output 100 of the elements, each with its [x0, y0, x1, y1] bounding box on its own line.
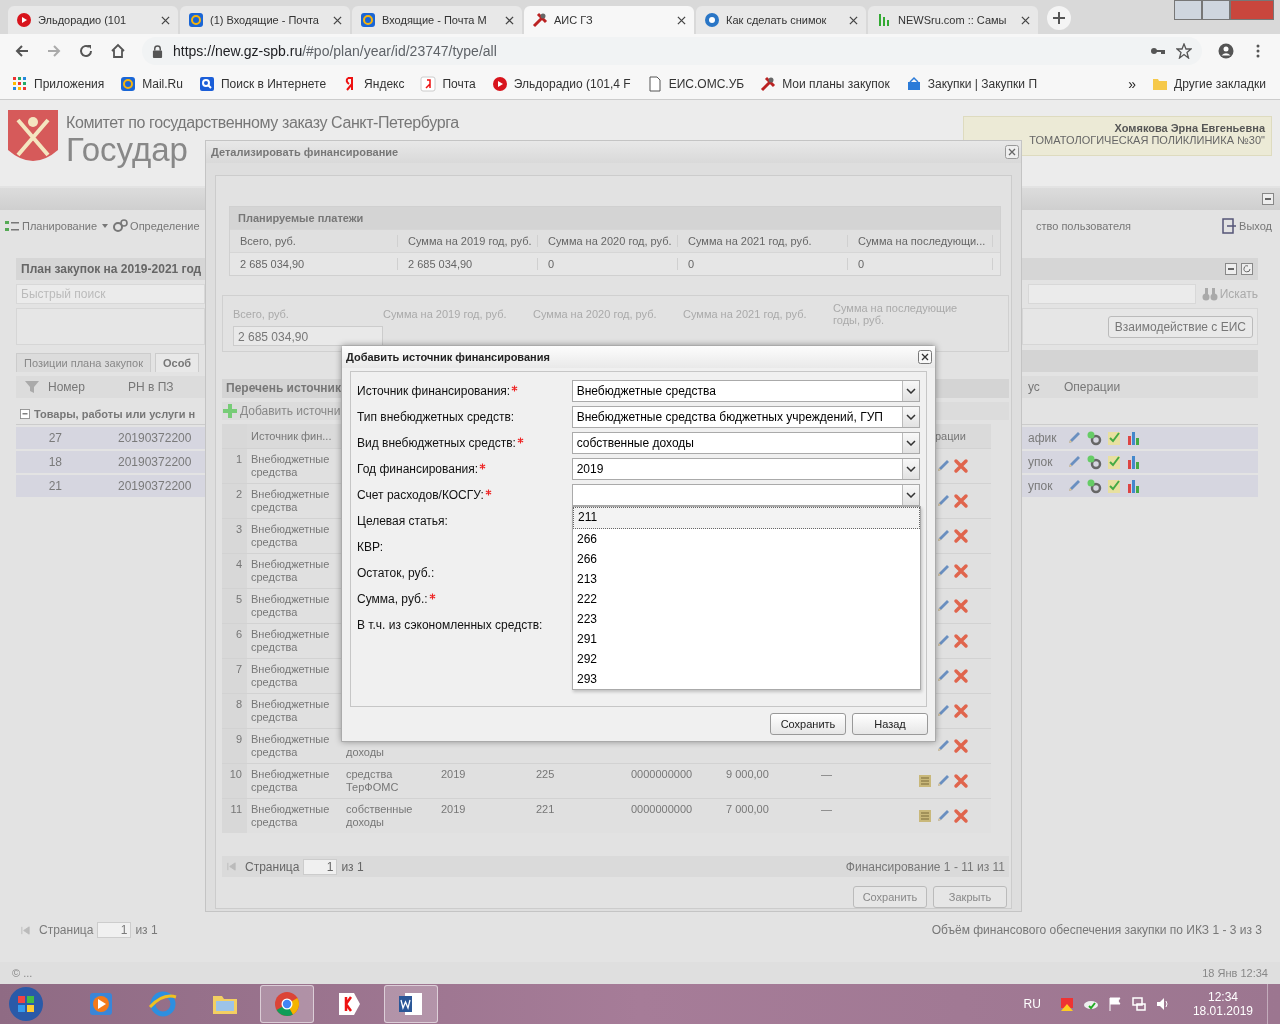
- field-label: Вид внебюджетных средств:: [357, 436, 572, 450]
- panel-tab[interactable]: Особ: [154, 353, 200, 372]
- gear-icon[interactable]: [1086, 478, 1102, 494]
- close-icon[interactable]: [1021, 15, 1030, 25]
- bookmark-link[interactable]: Приложения: [12, 75, 105, 92]
- pencil-icon[interactable]: [1066, 478, 1082, 494]
- bookmark-link[interactable]: Mail.Ru: [120, 75, 183, 92]
- scroll-icon[interactable]: [917, 808, 933, 825]
- delete-icon[interactable]: [953, 703, 969, 720]
- bookmark-link[interactable]: Яндекс: [342, 75, 405, 92]
- filter-icon[interactable]: [24, 379, 40, 395]
- delete-icon[interactable]: [953, 528, 969, 545]
- gear-icon[interactable]: [1086, 454, 1102, 470]
- checklist-icon[interactable]: [1106, 478, 1122, 494]
- collapse-icon[interactable]: [1225, 263, 1237, 275]
- home-icon[interactable]: [110, 43, 126, 59]
- dropdown-option[interactable]: 266: [573, 529, 920, 549]
- start-button[interactable]: [8, 986, 44, 1022]
- account-icon[interactable]: [1218, 43, 1234, 59]
- dropdown-option[interactable]: 223: [573, 609, 920, 629]
- scroll-icon[interactable]: [917, 773, 933, 790]
- menu-item[interactable]: ство пользователя: [1036, 220, 1132, 232]
- forward-arrow-icon[interactable]: [46, 43, 62, 59]
- clock[interactable]: 12:34 18.01.2019: [1192, 990, 1253, 1018]
- browser-tab[interactable]: Как сделать снимок: [696, 6, 866, 34]
- page-field[interactable]: 1: [97, 922, 132, 938]
- bar-chart-icon[interactable]: [1126, 454, 1142, 470]
- close-icon[interactable]: [918, 350, 932, 364]
- close-icon[interactable]: [849, 15, 858, 25]
- checklist-icon[interactable]: [1106, 454, 1122, 470]
- dialog-button[interactable]: Назад: [852, 713, 928, 735]
- bookmark-link[interactable]: ЕИС.ОМС.УБ: [646, 75, 745, 92]
- delete-icon[interactable]: [953, 738, 969, 755]
- browser-tab[interactable]: Входящие - Почта М: [352, 6, 522, 34]
- back-arrow-icon[interactable]: [14, 43, 30, 59]
- dropdown-option[interactable]: 222: [573, 589, 920, 609]
- dialog-button[interactable]: Сохранить: [770, 713, 846, 735]
- menu-item[interactable]: Планирование: [4, 218, 109, 234]
- speaker-icon[interactable]: [1154, 996, 1171, 1012]
- flag-icon[interactable]: [1106, 996, 1123, 1012]
- delete-icon[interactable]: [953, 563, 969, 580]
- dropdown-field[interactable]: [571, 484, 920, 506]
- taskbar-app[interactable]: [384, 985, 438, 1023]
- logout-button[interactable]: Выход: [1221, 218, 1272, 234]
- field-label: Целевая статья:: [357, 514, 449, 528]
- delete-icon[interactable]: [953, 458, 969, 475]
- first-page-icon[interactable]: [226, 861, 237, 873]
- language-indicator[interactable]: RU: [1023, 997, 1041, 1011]
- bookmark-folder-link[interactable]: Другие закладки: [1152, 75, 1266, 92]
- reload-icon[interactable]: [78, 43, 94, 59]
- eis-button[interactable]: Взаимодействие с ЕИС: [1107, 315, 1253, 338]
- flag-icon[interactable]: [1058, 996, 1075, 1012]
- delete-icon[interactable]: [953, 668, 969, 685]
- delete-icon[interactable]: [953, 808, 969, 825]
- dropdown-option[interactable]: 266: [573, 549, 920, 569]
- close-icon[interactable]: [505, 15, 514, 25]
- delete-icon[interactable]: [953, 633, 969, 650]
- delete-icon[interactable]: [953, 493, 969, 510]
- pencil-icon[interactable]: [1066, 454, 1082, 470]
- dropdown-option[interactable]: 292: [573, 649, 920, 669]
- close-icon[interactable]: [161, 15, 170, 25]
- first-page-icon[interactable]: [20, 924, 31, 936]
- page-field[interactable]: 1: [303, 858, 338, 875]
- bookmark-link[interactable]: Эльдорадио (101,4 F: [491, 75, 631, 92]
- dropdown-field[interactable]: Внебюджетные средства: [571, 380, 920, 402]
- menu-item[interactable]: Определение: [112, 218, 200, 234]
- pencil-icon[interactable]: [1066, 430, 1082, 446]
- refresh-icon[interactable]: [1241, 263, 1253, 275]
- gear-icon[interactable]: [1086, 430, 1102, 446]
- chevron-down-icon: [906, 492, 916, 498]
- bookmark-link[interactable]: Мои планы закупок: [760, 75, 890, 92]
- dropdown-option[interactable]: 291: [573, 629, 920, 649]
- dropdown-option[interactable]: 213: [573, 569, 920, 589]
- new-tab-icon[interactable]: [1046, 5, 1072, 31]
- dropdown-field[interactable]: 2019: [571, 458, 920, 480]
- delete-icon[interactable]: [953, 773, 969, 790]
- more-bookmarks-link[interactable]: »: [1128, 75, 1137, 92]
- dropdown-field[interactable]: Внебюджетные средства бюджетных учреждений, ГУП: [571, 406, 920, 428]
- browser-tab[interactable]: NEWSru.com :: Самы: [868, 6, 1038, 34]
- star-icon[interactable]: [1176, 43, 1192, 59]
- browser-tab[interactable]: АИС ГЗ: [524, 6, 694, 34]
- bar-chart-icon[interactable]: [1126, 478, 1142, 494]
- dropdown-field[interactable]: собственные доходы: [571, 432, 920, 454]
- bookmark-link[interactable]: Почта: [420, 75, 476, 92]
- address-field[interactable]: https://new.gz-spb.ru/#po/plan/year/id/23747/type/all: [142, 37, 1202, 65]
- bookmark-link[interactable]: Закупки | Закупки П: [905, 75, 1038, 92]
- window-controls-icon[interactable]: [1174, 0, 1274, 20]
- browser-tab[interactable]: (1) Входящие - Почта: [180, 6, 350, 34]
- bar-chart-icon[interactable]: [1126, 430, 1142, 446]
- delete-icon[interactable]: [953, 598, 969, 615]
- checklist-icon[interactable]: [1106, 430, 1122, 446]
- close-icon[interactable]: [677, 15, 686, 25]
- collapse-icon[interactable]: [20, 409, 30, 419]
- network-icon[interactable]: [1130, 996, 1147, 1012]
- collapse-icon[interactable]: [1262, 193, 1274, 205]
- dropdown-option[interactable]: 293: [573, 669, 920, 689]
- browser-tab[interactable]: Эльдорадио (101: [8, 6, 178, 34]
- bookmark-link[interactable]: Поиск в Интернете: [198, 75, 327, 92]
- dropdown-option[interactable]: 211: [573, 507, 920, 529]
- close-icon[interactable]: [333, 15, 342, 25]
